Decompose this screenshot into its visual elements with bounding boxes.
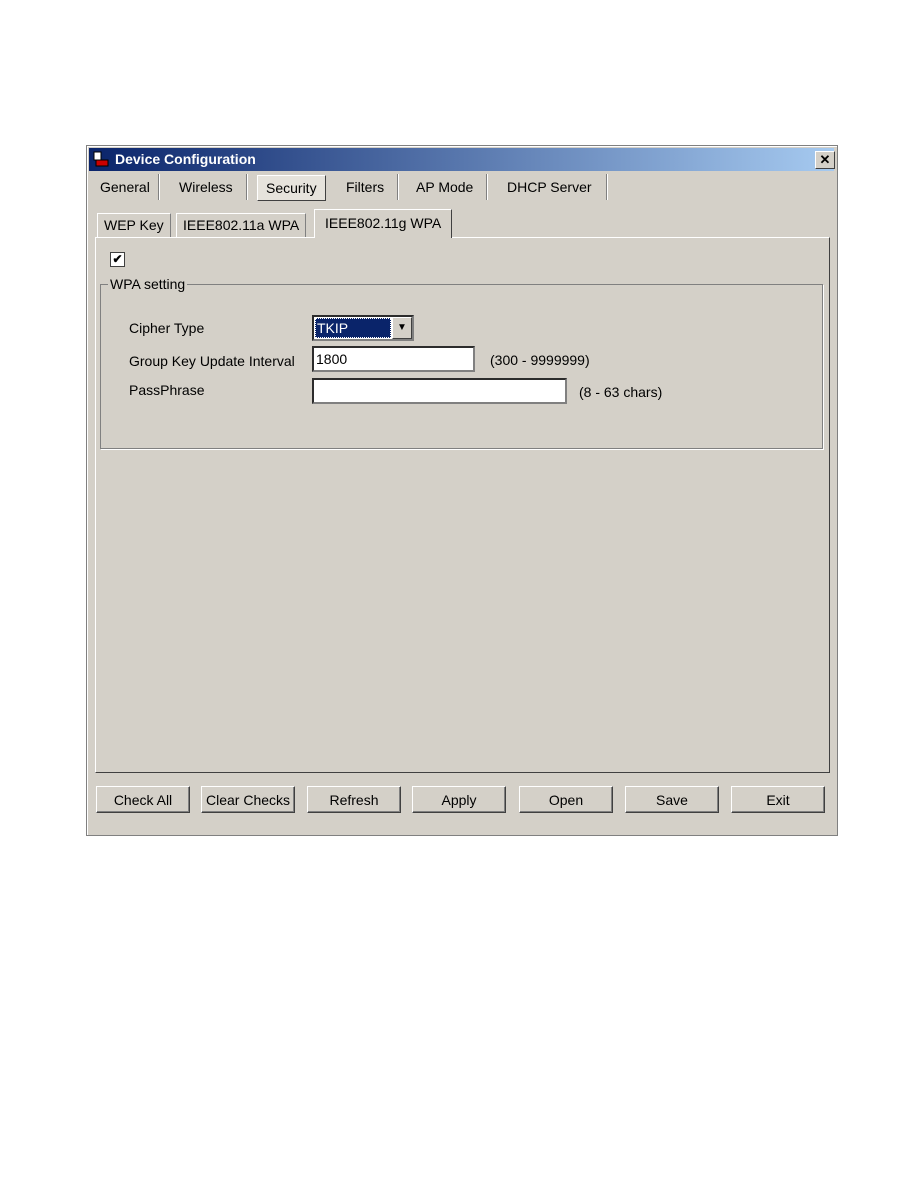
cipher-type-value: TKIP xyxy=(315,318,391,338)
window-title: Device Configuration xyxy=(115,151,256,167)
tab-filters[interactable]: Filters xyxy=(333,174,399,200)
cipher-type-label: Cipher Type xyxy=(129,320,205,336)
group-key-interval-input[interactable]: 1800 xyxy=(312,346,475,372)
subtab-ieee80211g-wpa[interactable]: IEEE802.11g WPA xyxy=(314,209,453,238)
passphrase-input[interactable] xyxy=(312,378,567,404)
app-icon xyxy=(93,151,109,167)
interval-hint: (300 - 9999999) xyxy=(490,352,590,368)
check-all-button[interactable]: Check All xyxy=(96,786,190,813)
subtab-wep-key[interactable]: WEP Key xyxy=(97,213,171,238)
title-bar: Device Configuration ✕ xyxy=(89,148,835,171)
exit-button[interactable]: Exit xyxy=(731,786,825,813)
tab-wireless[interactable]: Wireless xyxy=(166,174,247,200)
subtab-ieee80211a-wpa[interactable]: IEEE802.11a WPA xyxy=(176,213,307,238)
apply-button[interactable]: Apply xyxy=(412,786,506,813)
passphrase-hint: (8 - 63 chars) xyxy=(579,384,663,400)
refresh-button[interactable]: Refresh xyxy=(307,786,401,813)
group-label: WPA setting xyxy=(108,276,188,292)
tab-security[interactable]: Security xyxy=(257,175,326,201)
open-button[interactable]: Open xyxy=(519,786,613,813)
enable-wpa-checkbox[interactable]: ✔ xyxy=(110,252,125,267)
tab-dhcp-server[interactable]: DHCP Server xyxy=(493,174,607,200)
passphrase-label: PassPhrase xyxy=(129,382,205,398)
cipher-type-select[interactable]: TKIP ▼ xyxy=(312,315,414,341)
clear-checks-button[interactable]: Clear Checks xyxy=(201,786,295,813)
close-button[interactable]: ✕ xyxy=(815,151,835,169)
tab-general[interactable]: General xyxy=(92,174,159,200)
group-key-interval-label: Group Key Update Interval xyxy=(129,353,295,369)
save-button[interactable]: Save xyxy=(625,786,719,813)
chevron-down-icon[interactable]: ▼ xyxy=(392,317,412,339)
tab-ap-mode[interactable]: AP Mode xyxy=(403,174,488,200)
